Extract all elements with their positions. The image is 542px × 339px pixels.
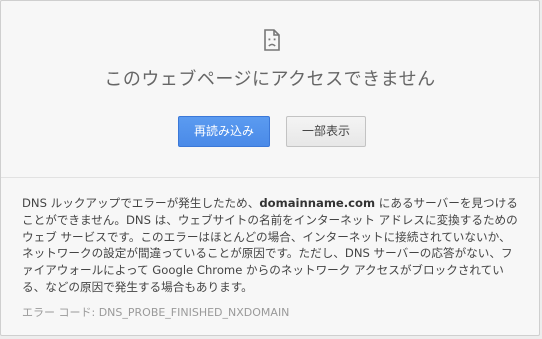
error-code: エラー コード: DNS_PROBE_FINISHED_NXDOMAIN: [22, 306, 290, 319]
divider: [1, 177, 539, 178]
reload-button[interactable]: 再読み込み: [178, 116, 270, 147]
details-button[interactable]: 一部表示: [286, 116, 366, 147]
error-details: DNS ルックアップでエラーが発生したため、domainname.com にある…: [22, 195, 522, 296]
details-text-before: DNS ルックアップでエラーが発生したため、: [22, 196, 260, 210]
details-text-after: にあるサーバーを見つけることができません。DNS は、ウェブサイトの名前をインタ…: [22, 196, 518, 294]
error-header: このウェブページにアクセスできません 再読み込み 一部表示: [1, 1, 539, 181]
domain-name: domainname.com: [259, 196, 376, 210]
page-title: このウェブページにアクセスできません: [104, 69, 436, 90]
error-page: このウェブページにアクセスできません 再読み込み 一部表示 DNS ルックアップ…: [0, 0, 540, 336]
sad-page-icon: [263, 29, 281, 51]
